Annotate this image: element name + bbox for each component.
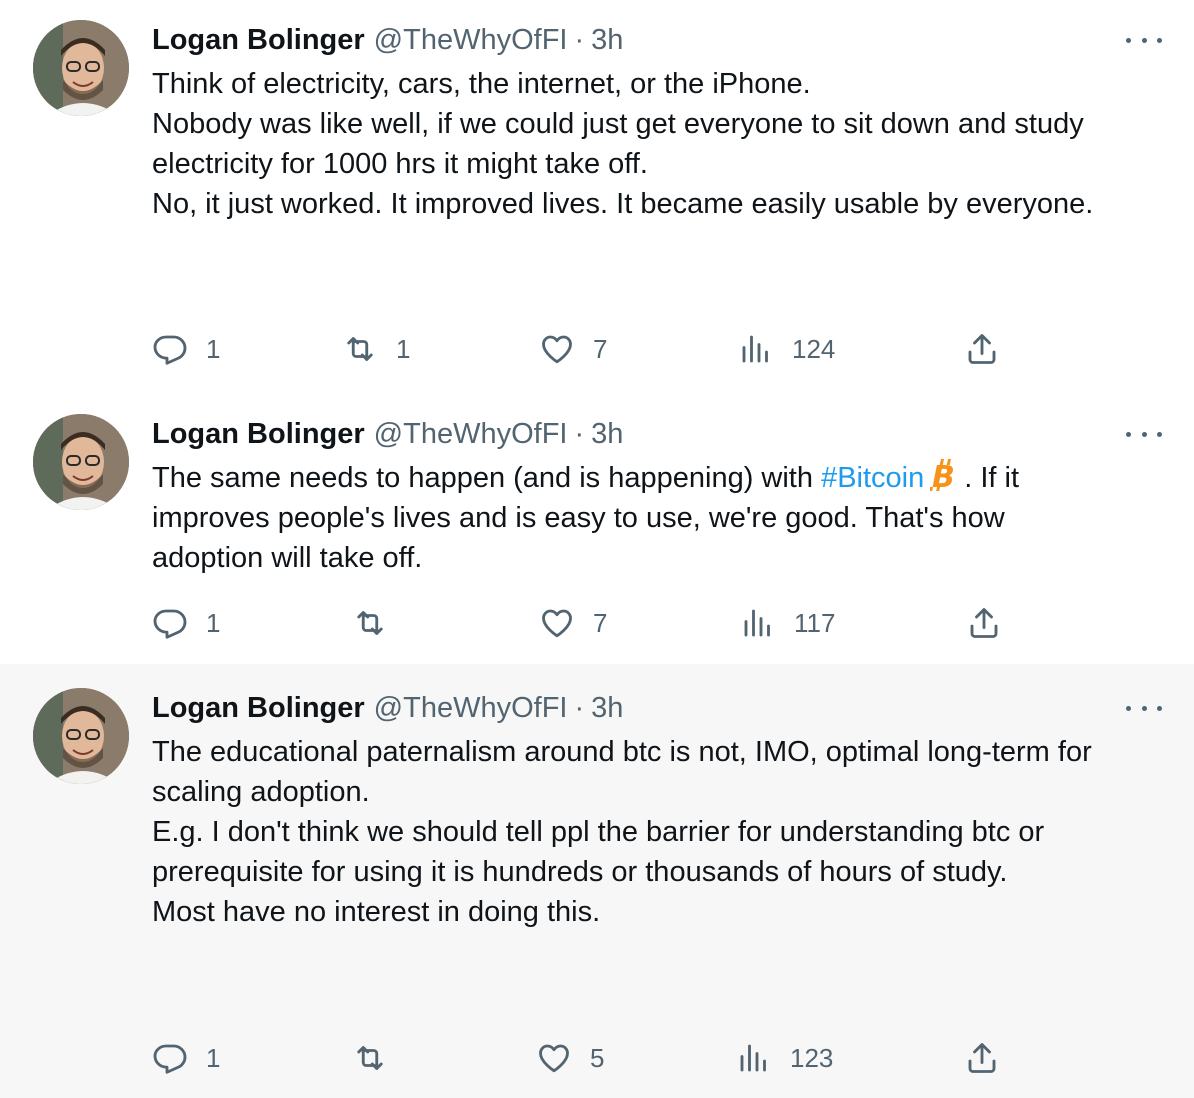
reply-count: 1 xyxy=(206,333,221,364)
timestamp[interactable]: 3h xyxy=(591,418,623,451)
more-options-button[interactable] xyxy=(1126,30,1162,50)
like-button[interactable]: 7 xyxy=(539,605,607,641)
views-icon xyxy=(742,335,768,363)
text-line: Most have no interest in doing this. xyxy=(152,896,601,928)
tweet-text: Think of electricity, cars, the internet… xyxy=(152,64,1182,224)
tweet-actions: 1 5 123 xyxy=(152,1040,1012,1076)
text-line: scaling adoption. xyxy=(152,776,370,808)
reply-count: 1 xyxy=(206,607,221,638)
tweet-actions: 1 7 117 xyxy=(152,605,1012,641)
more-icon xyxy=(1126,37,1131,43)
avatar[interactable] xyxy=(33,414,129,510)
share-button[interactable] xyxy=(964,1040,1000,1076)
retweet-button[interactable] xyxy=(352,1040,406,1076)
timestamp[interactable]: 3h xyxy=(591,24,623,57)
retweet-button[interactable]: 1 xyxy=(342,331,410,367)
tweet-actions: 1 1 7 124 xyxy=(152,331,1012,367)
more-icon xyxy=(1126,431,1131,437)
retweet-icon xyxy=(357,1046,383,1070)
views-count: 123 xyxy=(790,1042,834,1073)
like-button[interactable]: 7 xyxy=(539,331,607,367)
share-icon xyxy=(968,334,996,364)
text-line: No, it just worked. It improved lives. I… xyxy=(152,188,1094,220)
avatar-image xyxy=(33,20,129,116)
text-line: electricity for 1000 hrs it might take o… xyxy=(152,148,648,180)
tweet[interactable]: Logan Bolinger @TheWhyOfFI · 3h The same… xyxy=(0,392,1194,664)
avatar[interactable] xyxy=(33,20,129,116)
share-button[interactable] xyxy=(966,605,1002,641)
like-icon xyxy=(542,609,572,638)
tweet-text: The educational paternalism around btc i… xyxy=(152,732,1182,932)
display-name[interactable]: Logan Bolinger xyxy=(152,418,365,451)
svg-text:B: B xyxy=(932,460,955,491)
like-count: 7 xyxy=(593,333,608,364)
hashtag-link[interactable]: #Bitcoin xyxy=(821,462,924,494)
timestamp[interactable]: 3h xyxy=(591,692,623,725)
share-icon xyxy=(968,1043,996,1073)
like-count: 7 xyxy=(593,607,608,638)
tweet[interactable]: Logan Bolinger @TheWhyOfFI · 3h The educ… xyxy=(0,664,1194,1098)
display-name[interactable]: Logan Bolinger xyxy=(152,692,365,725)
views-icon xyxy=(744,609,770,637)
reply-count: 1 xyxy=(206,1042,221,1073)
reply-icon xyxy=(153,1044,187,1074)
tweet-header: Logan Bolinger @TheWhyOfFI · 3h xyxy=(152,416,623,452)
tweet[interactable]: Logan Bolinger @TheWhyOfFI · 3h Think of… xyxy=(0,0,1194,392)
tweet-text: The same needs to happen (and is happeni… xyxy=(152,458,1182,578)
views-count: 124 xyxy=(792,333,836,364)
avatar-image xyxy=(33,688,129,784)
text-line: The same needs to happen (and is happeni… xyxy=(152,459,1020,494)
reply-button[interactable]: 1 xyxy=(152,1040,220,1076)
share-icon xyxy=(970,608,998,638)
reply-button[interactable]: 1 xyxy=(152,331,220,367)
bitcoin-icon: B xyxy=(930,459,955,491)
text-line: Nobody was like well, if we could just g… xyxy=(152,108,1084,140)
more-options-button[interactable] xyxy=(1126,424,1162,444)
user-handle[interactable]: @TheWhyOfFI xyxy=(374,418,568,451)
reply-icon xyxy=(153,609,187,639)
more-icon xyxy=(1126,705,1131,711)
text-line: prerequisite for using it is hundreds or… xyxy=(152,856,1008,888)
text-line: E.g. I don't think we should tell ppl th… xyxy=(152,816,1045,848)
avatar[interactable] xyxy=(33,688,129,784)
more-options-button[interactable] xyxy=(1126,698,1162,718)
retweet-icon xyxy=(357,611,383,635)
separator: · xyxy=(574,417,585,450)
retweet-count: 1 xyxy=(396,333,411,364)
like-icon xyxy=(542,335,572,364)
views-icon xyxy=(740,1044,766,1072)
avatar-image xyxy=(33,414,129,510)
user-handle[interactable]: @TheWhyOfFI xyxy=(374,692,568,725)
tweet-header: Logan Bolinger @TheWhyOfFI · 3h xyxy=(152,22,623,58)
text-line: The educational paternalism around btc i… xyxy=(152,736,1092,768)
text-line: improves people's lives and is easy to u… xyxy=(152,502,1005,534)
user-handle[interactable]: @TheWhyOfFI xyxy=(374,24,568,57)
like-icon xyxy=(539,1044,569,1073)
separator: · xyxy=(574,691,585,724)
views-button[interactable]: 117 xyxy=(740,605,835,641)
text-line: adoption will take off. xyxy=(152,542,423,574)
retweet-button[interactable] xyxy=(352,605,406,641)
text-line: Think of electricity, cars, the internet… xyxy=(152,68,811,100)
reply-button[interactable]: 1 xyxy=(152,605,220,641)
like-count: 5 xyxy=(590,1042,605,1073)
views-count: 117 xyxy=(794,607,836,638)
separator: · xyxy=(574,23,585,56)
views-button[interactable]: 123 xyxy=(736,1040,833,1076)
display-name[interactable]: Logan Bolinger xyxy=(152,24,365,57)
like-button[interactable]: 5 xyxy=(536,1040,604,1076)
retweet-icon xyxy=(347,337,373,361)
tweet-header: Logan Bolinger @TheWhyOfFI · 3h xyxy=(152,690,623,726)
share-button[interactable] xyxy=(964,331,1000,367)
views-button[interactable]: 124 xyxy=(738,331,835,367)
reply-icon xyxy=(153,335,187,365)
